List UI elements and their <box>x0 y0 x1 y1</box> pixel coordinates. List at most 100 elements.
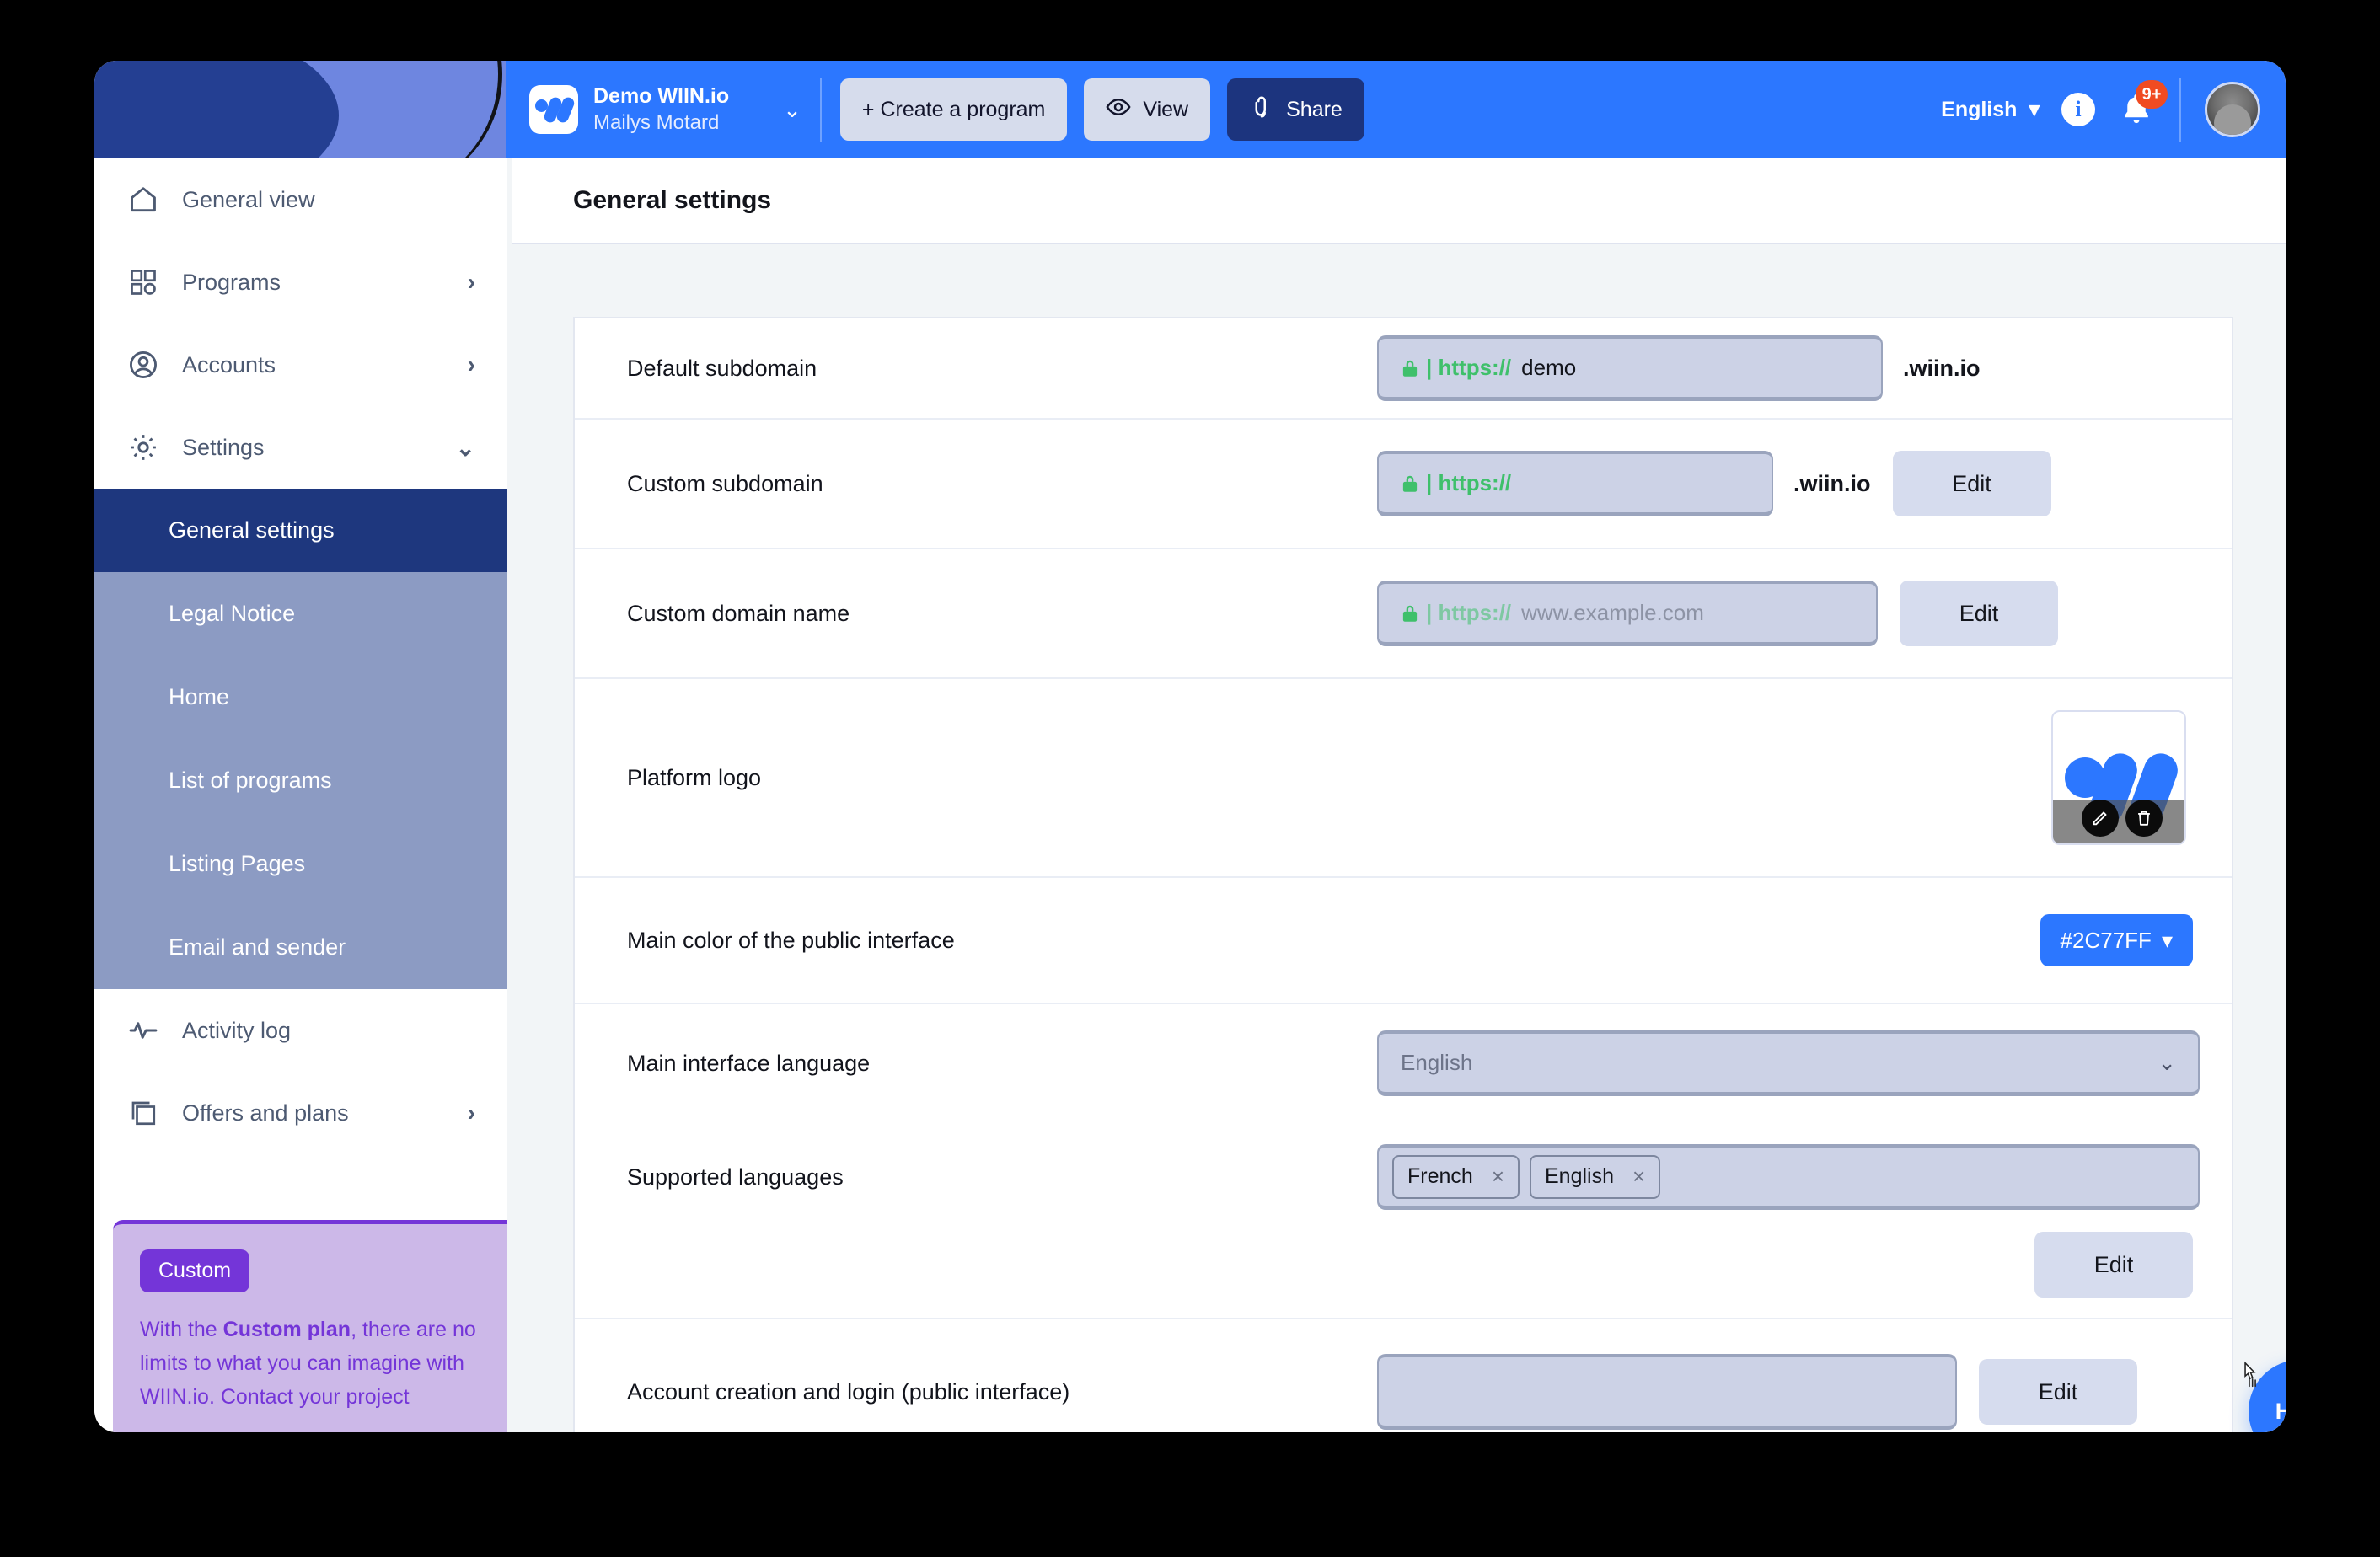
settings-row-custom-domain: Custom domain name | https:// www.exampl… <box>575 549 2232 679</box>
trash-icon[interactable] <box>2125 800 2163 837</box>
bell-icon <box>2117 94 2156 132</box>
topbar-right-cluster: English ▾ i 9+ <box>1941 78 2286 142</box>
settings-row-custom-subdomain: Custom subdomain | https:// .wiin.io Edi… <box>575 420 2232 549</box>
user-circle-icon <box>126 348 160 382</box>
brand-subtitle: Mailys Motard <box>593 110 720 134</box>
main-content: General settings Default subdomain | htt… <box>512 158 2286 1432</box>
protocol-label: | https:// <box>1426 355 1512 380</box>
sidebar-item-legal-notice[interactable]: Legal Notice <box>94 572 507 655</box>
protocol-label: | https:// <box>1426 470 1512 495</box>
plan-text-before: With the <box>140 1318 223 1341</box>
plan-badge[interactable]: Custom <box>140 1249 250 1292</box>
share-label: Share <box>1286 97 1343 121</box>
chevron-down-icon[interactable]: ⌄ <box>783 97 801 123</box>
divider <box>819 78 822 142</box>
sidebar-item-general-view[interactable]: General view <box>94 158 507 241</box>
close-icon[interactable]: × <box>1632 1164 1645 1190</box>
chevron-down-icon: ⌄ <box>455 434 475 461</box>
row-label: Platform logo <box>627 764 762 790</box>
edit-custom-subdomain-button[interactable]: Edit <box>1892 451 2051 516</box>
supported-languages-subrow: Supported languages French × English × <box>627 1122 2200 1232</box>
edit-languages-button[interactable]: Edit <box>2034 1232 2193 1298</box>
notifications-button[interactable]: 9+ <box>2117 80 2168 132</box>
view-button[interactable]: View <box>1084 78 1211 141</box>
avatar[interactable] <box>2205 82 2260 137</box>
info-icon[interactable]: i <box>2061 93 2095 126</box>
home-icon <box>126 183 160 217</box>
default-subdomain-value: demo <box>1521 355 1577 380</box>
sidebar-item-settings[interactable]: Settings ⌄ <box>94 406 507 489</box>
sidebar-item-offers-and-plans[interactable]: Offers and plans › <box>94 1072 507 1154</box>
view-label: View <box>1143 97 1189 121</box>
chevron-down-icon: ▾ <box>2029 98 2040 121</box>
settings-submenu: General settings Legal Notice Home List … <box>94 489 507 989</box>
languages-edit-row: Edit <box>627 1232 2196 1318</box>
sidebar-item-programs[interactable]: Programs › <box>94 241 507 324</box>
lock-icon <box>1399 472 1421 495</box>
caret-down-icon: ▾ <box>2161 927 2173 953</box>
create-program-button[interactable]: + Create a program <box>839 78 1068 141</box>
layers-icon <box>126 1096 160 1130</box>
sidebar-item-list-of-programs[interactable]: List of programs <box>94 739 507 822</box>
main-language-subrow: Main interface language English ⌄ <box>627 1004 2200 1122</box>
sidebar-item-label: Activity log <box>182 1017 292 1043</box>
page-title: General settings <box>573 186 772 214</box>
row-label: Main color of the public interface <box>627 927 955 953</box>
brand-text: Demo WIIN.io Mailys Motard <box>593 83 729 135</box>
plan-description: With the Custom plan, there are no limit… <box>140 1313 480 1414</box>
custom-domain-placeholder: www.example.com <box>1521 600 1704 625</box>
grid-icon <box>126 265 160 299</box>
lock-icon <box>1399 356 1421 380</box>
row-label: Main interface language <box>627 1050 871 1076</box>
settings-list: Default subdomain | https:// demo .wiin.… <box>573 317 2233 1432</box>
sidebar-item-activity-log[interactable]: Activity log <box>94 989 507 1072</box>
custom-subdomain-input[interactable]: | https:// <box>1377 451 1773 516</box>
row-control: | https:// www.example.com Edit <box>1377 581 2196 646</box>
notification-badge: 9+ <box>2136 80 2168 109</box>
row-label: Custom subdomain <box>627 470 823 496</box>
sidebar-item-email-and-sender[interactable]: Email and sender <box>94 906 507 989</box>
language-chip-english[interactable]: English × <box>1530 1154 1661 1199</box>
top-navigation-bar: Demo WIIN.io Mailys Motard ⌄ + Create a … <box>506 61 2286 158</box>
row-label: Default subdomain <box>627 355 817 381</box>
edit-account-creation-button[interactable]: Edit <box>1979 1359 2137 1425</box>
chevron-down-icon: ⌄ <box>2158 1050 2176 1075</box>
language-selector[interactable]: English ▾ <box>1941 97 2040 122</box>
chevron-right-icon: › <box>467 269 475 295</box>
eye-icon <box>1106 94 1131 126</box>
main-color-value: #2C77FF <box>2060 927 2152 953</box>
gear-icon <box>126 431 160 464</box>
banner-dark-shape <box>94 61 339 158</box>
language-label: English <box>1941 97 2018 121</box>
brand-switcher[interactable]: Demo WIIN.io Mailys Motard ⌄ <box>506 61 801 158</box>
row-control: English ⌄ <box>1377 1030 2200 1096</box>
share-button[interactable]: Share <box>1227 78 1364 141</box>
edit-custom-domain-button[interactable]: Edit <box>1900 581 2058 646</box>
settings-row-main-color: Main color of the public interface #2C77… <box>575 878 2232 1004</box>
pencil-icon[interactable] <box>2082 800 2119 837</box>
sidebar-item-listing-pages[interactable]: Listing Pages <box>94 822 507 906</box>
row-control: Edit <box>1377 1354 2196 1430</box>
banner-curve-line <box>308 61 502 158</box>
account-creation-input[interactable] <box>1377 1354 1957 1430</box>
default-subdomain-suffix: .wiin.io <box>1903 355 1981 381</box>
settings-row-languages: Main interface language English ⌄ Suppor… <box>575 1004 2232 1319</box>
custom-domain-input[interactable]: | https:// www.example.com <box>1377 581 1878 646</box>
sidebar-item-home[interactable]: Home <box>94 655 507 739</box>
chip-label: French <box>1407 1164 1473 1188</box>
main-language-value: English <box>1401 1050 1473 1075</box>
wiin-logo-icon <box>529 85 578 134</box>
supported-languages-input[interactable]: French × English × <box>1377 1144 2200 1210</box>
main-color-picker-button[interactable]: #2C77FF ▾ <box>2040 914 2193 966</box>
lock-icon <box>1399 602 1421 625</box>
language-chip-french[interactable]: French × <box>1392 1154 1520 1199</box>
sidebar-item-accounts[interactable]: Accounts › <box>94 324 507 406</box>
sidebar-item-general-settings[interactable]: General settings <box>94 489 507 572</box>
sidebar-item-label: Offers and plans <box>182 1100 349 1126</box>
main-language-select[interactable]: English ⌄ <box>1377 1030 2200 1096</box>
topbar-actions: + Create a program View Share <box>839 78 1364 141</box>
default-subdomain-input[interactable]: | https:// demo <box>1377 335 1883 401</box>
share-link-icon <box>1249 94 1274 126</box>
close-icon[interactable]: × <box>1492 1164 1504 1190</box>
decorative-banner <box>94 61 507 158</box>
